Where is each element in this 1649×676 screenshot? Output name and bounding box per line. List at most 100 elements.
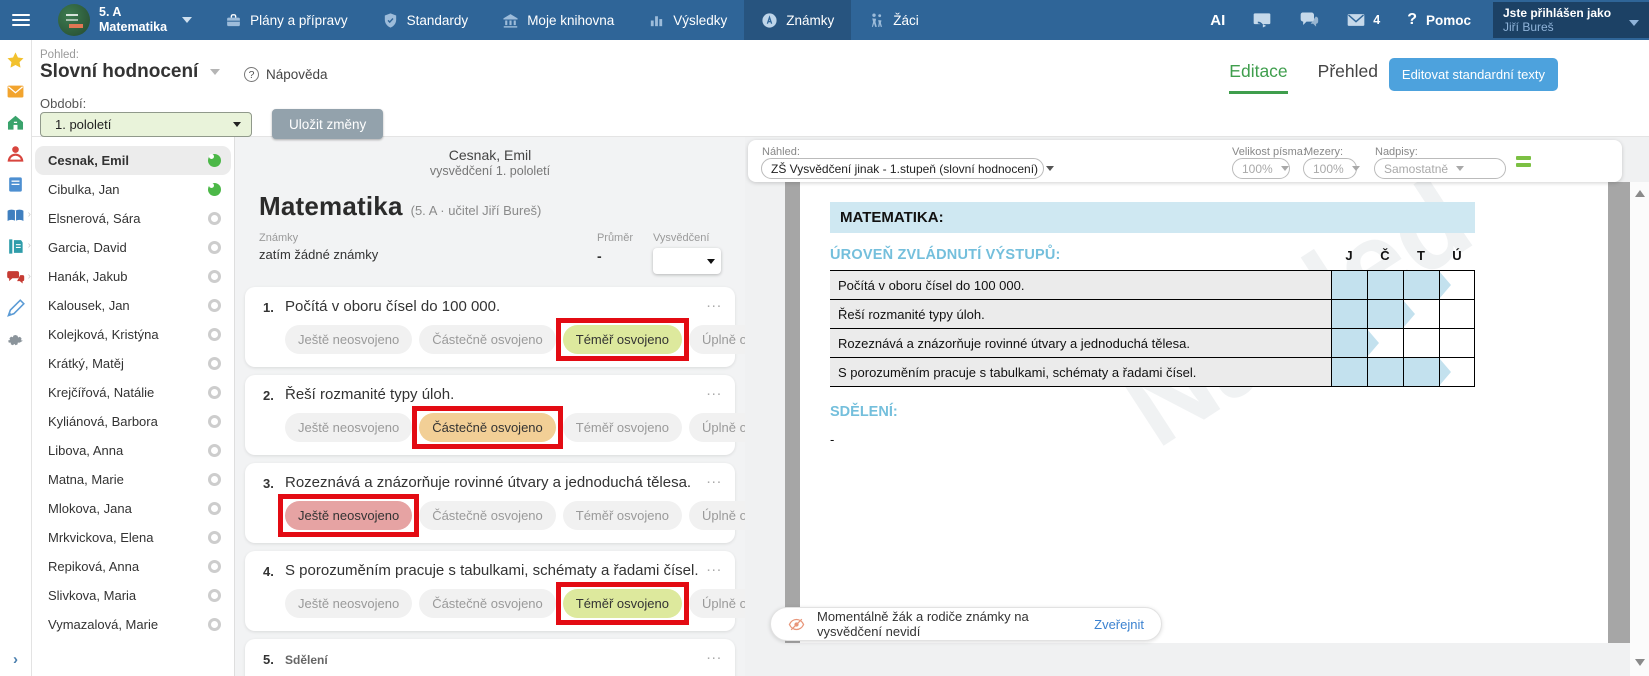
student-row[interactable]: Kalousek, Jan [35, 291, 231, 320]
student-row[interactable]: Garcia, David [35, 233, 231, 262]
nav-item-znamky[interactable]: Známky [744, 0, 851, 40]
level-option[interactable]: Ještě neosvojeno [285, 413, 412, 442]
publish-link[interactable]: Zveřejnit [1094, 617, 1144, 632]
student-row[interactable]: Libova, Anna [35, 436, 231, 465]
student-row[interactable]: Elsnerová, Sára [35, 204, 231, 233]
menu-icon[interactable] [0, 0, 42, 40]
nav-item-vysledky[interactable]: Výsledky [631, 0, 744, 40]
level-option[interactable]: Ještě neosvojeno [285, 501, 412, 530]
nav-item-moje-knihovna[interactable]: Moje knihovna [485, 0, 631, 40]
help-button[interactable]: Pomoc [1426, 13, 1471, 28]
doc-section-outputs: ÚROVEŇ ZVLÁDNUTÍ VÝSTUPŮ: JČTÚ [830, 247, 1475, 270]
chevron-down-icon [1046, 166, 1054, 171]
help-question-icon[interactable]: ? [1407, 11, 1417, 29]
help-link[interactable]: ? Nápověda [244, 67, 328, 82]
chevron-down-icon [1352, 166, 1360, 171]
sidebar-item-messages[interactable] [0, 76, 31, 107]
template-select[interactable]: ZŠ Vysvědčení jinak - 1.stupeň (slovní h… [761, 158, 1044, 179]
level-option[interactable]: Částečně osvojeno [419, 325, 556, 354]
level-option[interactable]: Částečně osvojeno [419, 413, 556, 442]
student-row[interactable]: Cesnak, Emil [35, 146, 231, 175]
doc-level-cell [1403, 358, 1439, 386]
preview-scrollbar[interactable] [1630, 182, 1649, 676]
highlight-annotation-box [412, 406, 563, 449]
sidebar-item-favorites[interactable] [0, 45, 31, 76]
mail-icon[interactable]: 4 [1346, 10, 1380, 30]
card-menu-dots[interactable]: ... [700, 298, 722, 315]
period-select[interactable]: 1. pololetí [40, 112, 252, 137]
student-row[interactable]: Kolejková, Kristýna [35, 320, 231, 349]
level-option[interactable]: Téměř osvojeno [563, 413, 682, 442]
highlight-annotation-box [278, 494, 419, 537]
level-option[interactable]: Téměř osvojeno [563, 325, 682, 354]
screen-share-icon[interactable] [1252, 10, 1272, 30]
sidebar-item-settings[interactable] [0, 324, 31, 355]
level-column-header: J [1331, 248, 1367, 263]
sidebar-item-pen[interactable] [0, 293, 31, 324]
class-switcher[interactable]: 5. A Matematika [42, 0, 208, 40]
assessment-card: 3.Rozeznává a znázorňuje rovinné útvary … [245, 463, 735, 543]
status-empty-icon [208, 212, 221, 225]
font-size-select[interactable]: 100% [1232, 158, 1290, 179]
nav-item-plany-a-pripravy[interactable]: Plány a přípravy [208, 0, 365, 40]
doc-level-cells [1331, 271, 1475, 299]
assessment-card: 4.S porozuměním pracuje s tabulkami, sch… [245, 551, 735, 631]
tab-prehled[interactable]: Přehled [1318, 61, 1378, 94]
ai-button[interactable]: AI [1210, 12, 1225, 29]
student-row[interactable]: Slivkova, Maria [35, 581, 231, 610]
level-option[interactable]: Úplně osvojeno [689, 501, 745, 530]
report-grade-select[interactable] [653, 248, 721, 274]
level-option[interactable]: Úplně osvojeno [689, 589, 745, 618]
level-option[interactable]: Částečně osvojeno [419, 501, 556, 530]
scroll-down-icon[interactable] [1635, 659, 1645, 666]
card-menu-dots[interactable]: ... [700, 562, 722, 579]
nav-item-zaci[interactable]: Žáci [851, 0, 936, 40]
expand-rail-chevron[interactable]: › [0, 651, 31, 668]
spacing-select[interactable]: 100% [1303, 158, 1357, 179]
sidebar-item-documents[interactable]: › [0, 231, 31, 262]
student-row[interactable]: Mrkvickova, Elena [35, 523, 231, 552]
student-row[interactable]: Hanák, Jakub [35, 262, 231, 291]
pen-icon [6, 299, 25, 318]
view-selector[interactable]: Slovní hodnocení [40, 61, 220, 83]
font-size-label: Velikost písma: [1232, 146, 1306, 158]
level-option[interactable]: Téměř osvojeno [563, 589, 682, 618]
card-menu-dots[interactable]: ... [700, 650, 722, 667]
card-menu-dots[interactable]: ... [700, 386, 722, 403]
doc-level-cell [1367, 358, 1403, 386]
sidebar-item-notebook[interactable] [0, 169, 31, 200]
nav-item-standardy[interactable]: Standardy [365, 0, 486, 40]
student-row[interactable]: Krátký, Matěj [35, 349, 231, 378]
student-row[interactable]: Krejčířová, Natálie [35, 378, 231, 407]
sidebar-item-library[interactable]: › [0, 200, 31, 231]
save-changes-button[interactable]: Uložit změny [272, 109, 383, 139]
card-menu-dots[interactable]: ... [700, 474, 722, 491]
sidebar-item-people[interactable] [0, 138, 31, 169]
level-option[interactable]: Ještě neosvojeno [285, 589, 412, 618]
logged-in-user-menu[interactable]: Jste přihlášen jako Jiří Bureš [1493, 2, 1649, 38]
report-grade-label: Vysvědčení [653, 232, 721, 244]
level-option[interactable]: Téměř osvojeno [563, 501, 682, 530]
headings-select[interactable]: Samostatně [1374, 158, 1506, 179]
student-row[interactable]: Kyliánová, Barbora [35, 407, 231, 436]
sidebar-item-home[interactable] [0, 107, 31, 138]
student-name: Libova, Anna [48, 443, 123, 458]
assessment-card: 5.Sdělení...zadejte hodnocení [245, 639, 735, 676]
student-row[interactable]: Vymazalová, Marie [35, 610, 231, 639]
layout-lines-icon[interactable] [1516, 156, 1531, 170]
scroll-up-icon[interactable] [1635, 190, 1645, 197]
subject-title: Matematika(5. A · učitel Jiří Bureš) [259, 191, 721, 222]
level-option[interactable]: Úplně osvojeno [689, 413, 745, 442]
edit-standard-texts-button[interactable]: Editovat standardní texty [1389, 58, 1558, 91]
student-row[interactable]: Mlokova, Jana [35, 494, 231, 523]
chat-icon[interactable] [1299, 10, 1319, 30]
tab-editace[interactable]: Editace [1229, 61, 1287, 94]
student-row[interactable]: Repiková, Anna [35, 552, 231, 581]
student-row[interactable]: Matna, Marie [35, 465, 231, 494]
level-option[interactable]: Úplně osvojeno [689, 325, 745, 354]
level-option[interactable]: Ještě neosvojeno [285, 325, 412, 354]
sidebar-item-discussions[interactable]: › [0, 262, 31, 293]
highlight-annotation-box [556, 582, 689, 625]
student-row[interactable]: Cibulka, Jan [35, 175, 231, 204]
level-option[interactable]: Částečně osvojeno [419, 589, 556, 618]
